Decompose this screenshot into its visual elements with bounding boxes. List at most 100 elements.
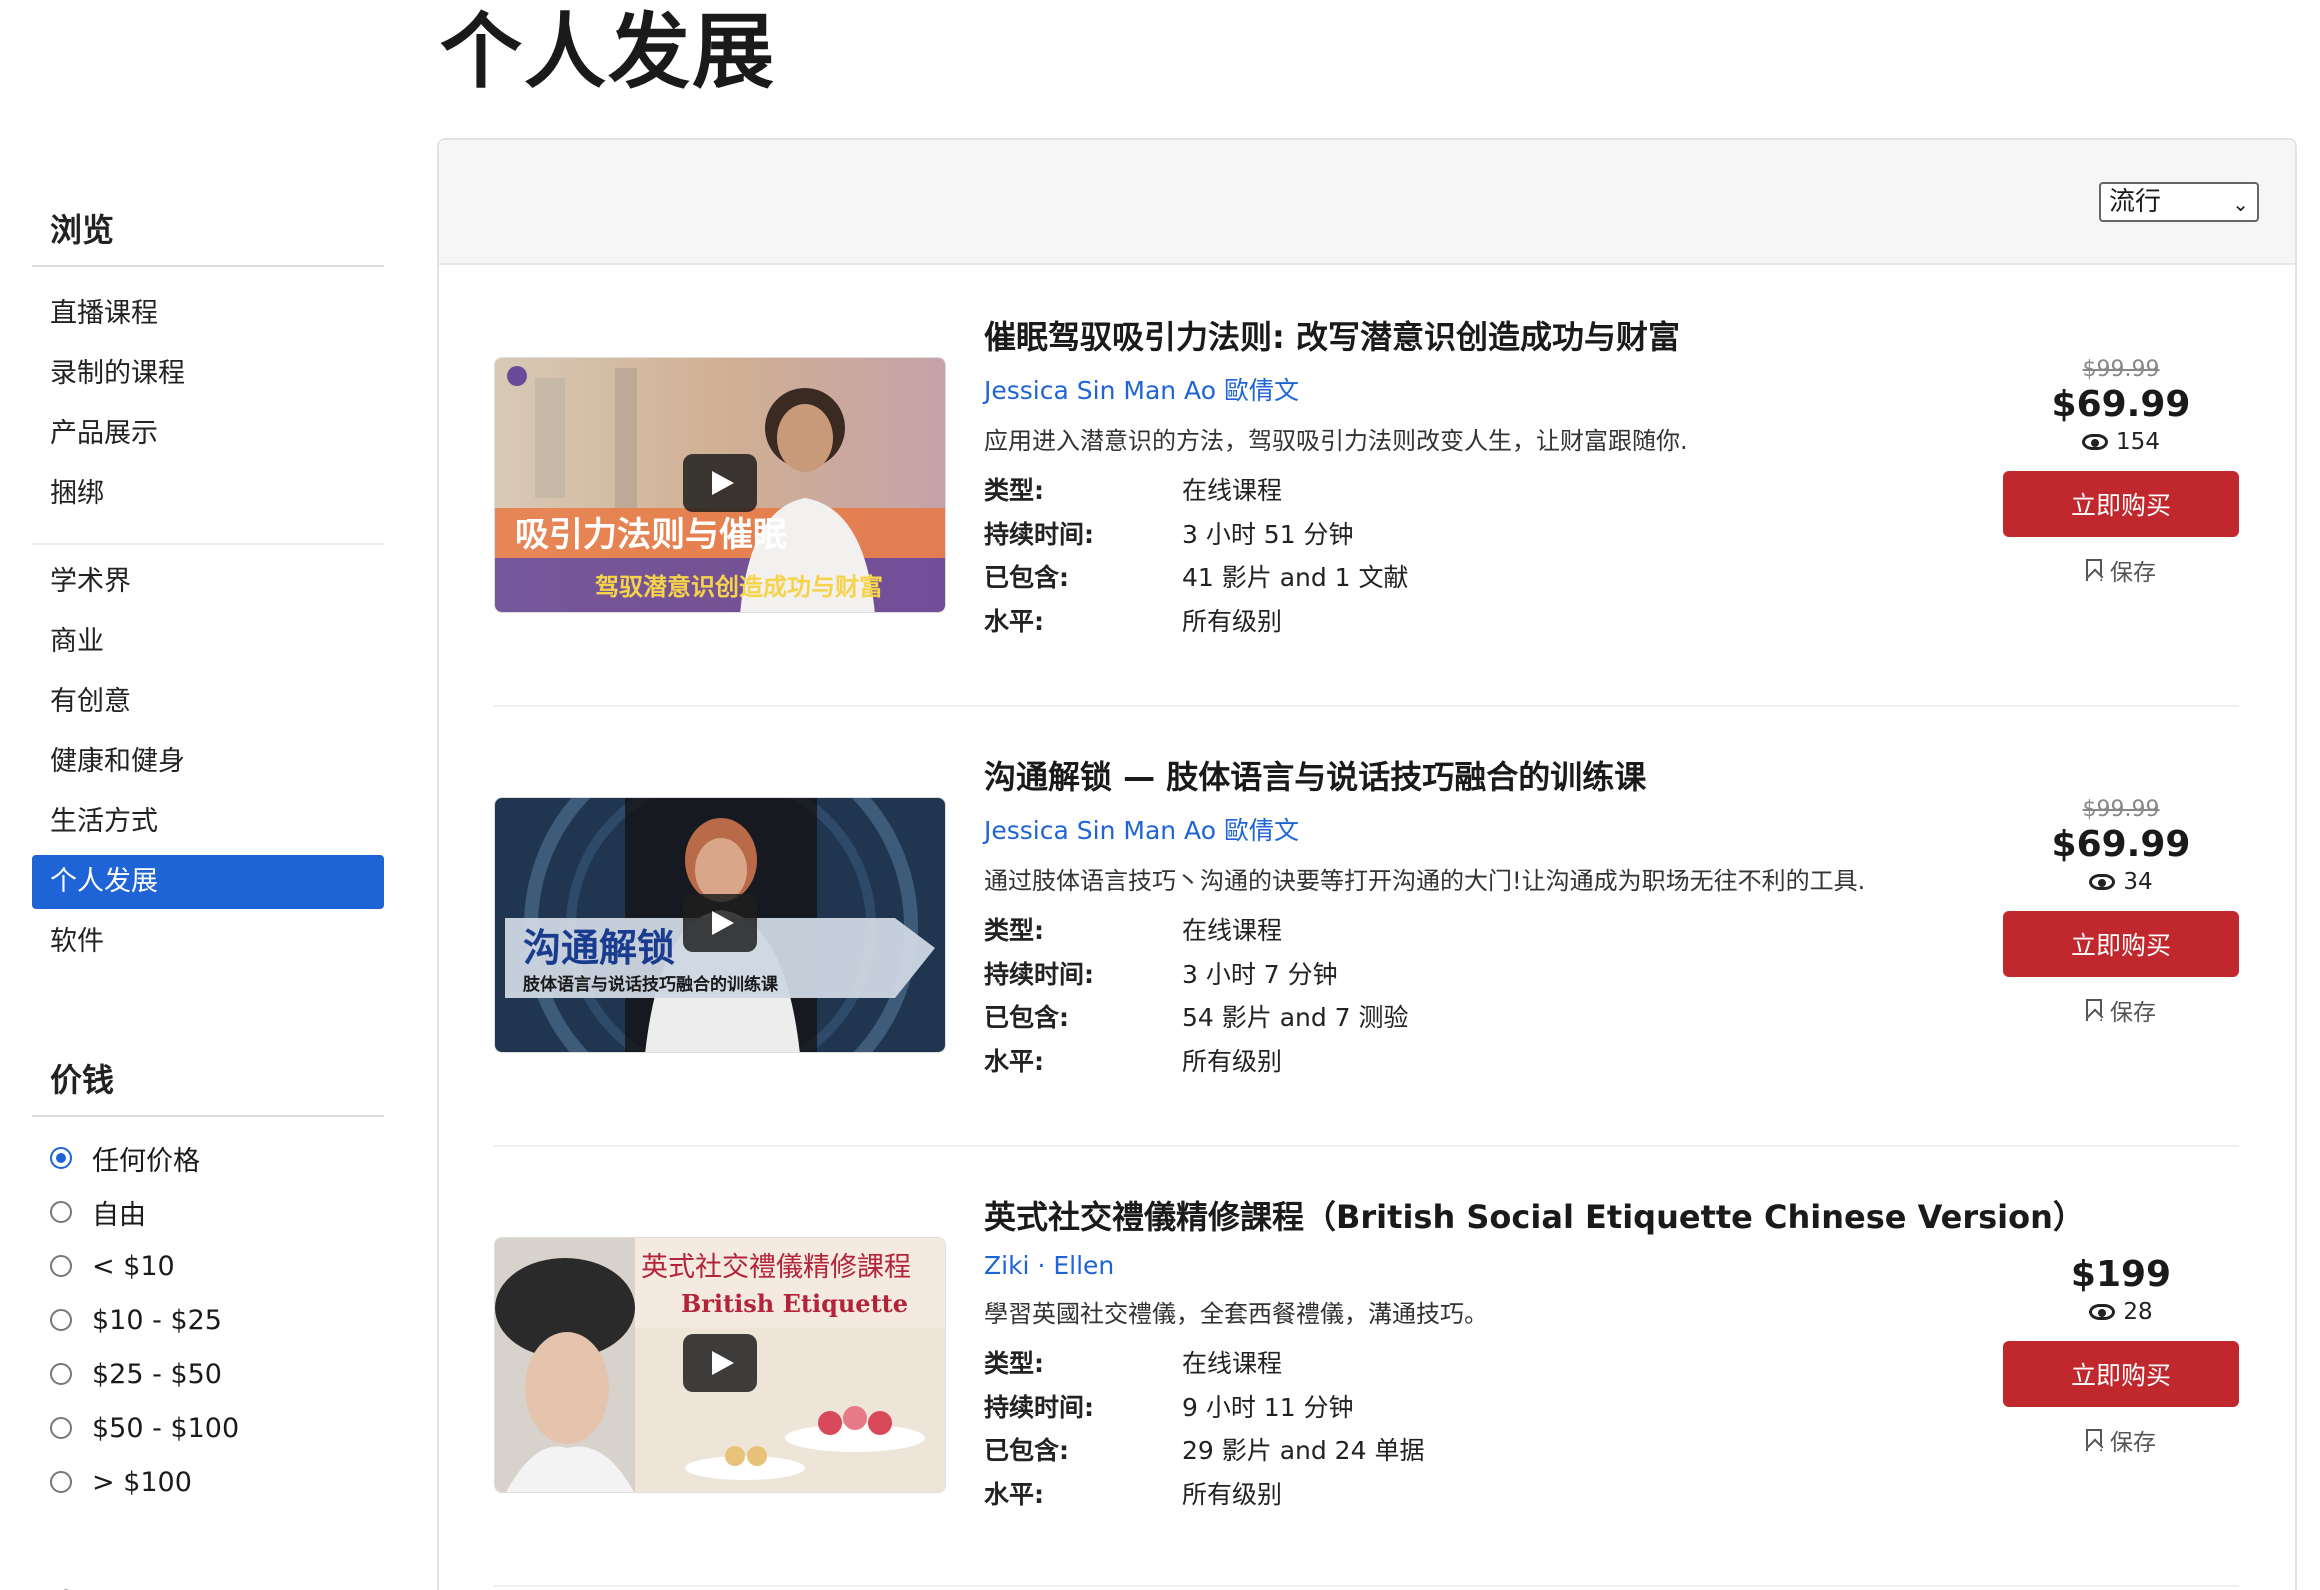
price-filter: 任何价格 自由 < $10 $10 - $25 $25 - $50 $50 - …	[32, 1117, 384, 1509]
course-thumbnail[interactable]: 吸引力法则与催眠 驾驭潜意识创造成功与财富	[494, 357, 946, 613]
price-option-label: $50 - $100	[92, 1412, 240, 1444]
view-count-value: 154	[2116, 429, 2160, 455]
sidebar-item-business[interactable]: 商业	[32, 615, 384, 669]
price-option-label: > $100	[92, 1466, 192, 1498]
thumb-text-secondary: 肢体语言与说话技巧融合的训练课	[523, 974, 779, 995]
thumb-text-secondary: 驾驭潜意识创造成功与财富	[595, 573, 883, 601]
view-count-value: 34	[2123, 869, 2153, 895]
meta-value-included: 41 影片 and 1 文献	[1182, 563, 1409, 593]
course-card: 沟通解锁 肢体语言与说话技巧融合的训练课 沟通解锁 — 肢体语言与说话技巧融合的…	[494, 707, 2239, 1147]
radio-button[interactable]	[50, 1471, 72, 1493]
course-card: 英式社交禮儀精修課程 British Etiquette 英式社交禮儀精修課程（…	[494, 1147, 2239, 1587]
course-thumbnail[interactable]: 英式社交禮儀精修課程 British Etiquette	[494, 1237, 946, 1493]
current-price: $69.99	[2051, 824, 2191, 865]
sidebar-divider	[32, 543, 384, 545]
price-option-free[interactable]: 自由	[32, 1185, 384, 1239]
save-button[interactable]: 保存	[2003, 553, 2239, 587]
play-icon[interactable]	[683, 1334, 757, 1392]
price-option-label: 任何价格	[92, 1145, 200, 1177]
radio-button[interactable]	[50, 1417, 72, 1439]
course-title[interactable]: 催眠驾驭吸引力法则: 改写潜意识创造成功与财富	[984, 317, 1984, 359]
bookmark-icon	[2086, 559, 2102, 581]
price-box: $99.99 $69.99 154 立即购买 保存	[2003, 357, 2239, 587]
meta-label-type: 类型:	[984, 916, 1044, 946]
meta-value-included: 29 影片 and 24 单据	[1182, 1436, 1425, 1466]
meta-value-level: 所有级别	[1182, 606, 1283, 636]
course-info: 催眠驾驭吸引力法则: 改写潜意识创造成功与财富 Jessica Sin Man …	[984, 317, 1984, 642]
price-option-under-10[interactable]: < $10	[32, 1239, 384, 1293]
price-option-any[interactable]: 任何价格	[32, 1131, 384, 1185]
save-button[interactable]: 保存	[2003, 1423, 2239, 1457]
price-option-label: $25 - $50	[92, 1358, 222, 1390]
buy-now-button[interactable]: 立即购买	[2003, 471, 2239, 537]
save-button[interactable]: 保存	[2003, 993, 2239, 1027]
price-box: $99.99 $69.99 34 立即购买 保存	[2003, 797, 2239, 1027]
meta-value-type: 在线课程	[1182, 916, 1283, 946]
price-option-label: 自由	[92, 1199, 146, 1231]
sort-selected-label: 流行	[2109, 187, 2162, 217]
meta-label-type: 类型:	[984, 476, 1044, 506]
save-label: 保存	[2110, 1430, 2156, 1456]
meta-label-included: 已包含:	[984, 1436, 1069, 1466]
sidebar-item-health[interactable]: 健康和健身	[32, 735, 384, 789]
sidebar-item-academia[interactable]: 学术界	[32, 555, 384, 609]
page-title: 个人发展	[440, 5, 777, 100]
course-meta: 类型: 在线课程 持续时间: 9 小时 11 分钟 已包含: 29 影片 and 24…	[984, 1341, 1984, 1515]
thumb-text-primary: 英式社交禮儀精修課程	[641, 1252, 911, 1283]
sidebar-item-live[interactable]: 直播课程	[32, 287, 384, 341]
play-icon[interactable]	[683, 454, 757, 512]
buy-now-button[interactable]: 立即购买	[2003, 911, 2239, 977]
chevron-down-icon: ⌄	[2232, 192, 2249, 216]
original-price: $99.99	[2082, 797, 2160, 822]
save-label: 保存	[2110, 560, 2156, 586]
price-option-label: < $10	[92, 1250, 175, 1282]
play-icon[interactable]	[683, 894, 757, 952]
meta-label-duration: 持续时间:	[984, 519, 1094, 549]
price-option-over-100[interactable]: > $100	[32, 1455, 384, 1509]
meta-value-duration: 3 小时 51 分钟	[1182, 519, 1354, 549]
price-option-10-25[interactable]: $10 - $25	[32, 1293, 384, 1347]
buy-now-button[interactable]: 立即购买	[2003, 1341, 2239, 1407]
category-list: 学术界 商业 有创意 健康和健身 生活方式 个人发展 软件	[32, 555, 384, 985]
course-author-link[interactable]: Jessica Sin Man Ao 歐倩文	[984, 371, 1984, 407]
view-count-value: 28	[2123, 1299, 2153, 1325]
thumb-text-primary: 吸引力法则与催眠	[515, 515, 787, 555]
course-meta: 类型: 在线课程 持续时间: 3 小时 7 分钟 已包含: 54 影片 and 7 测…	[984, 908, 1984, 1082]
radio-button[interactable]	[50, 1201, 72, 1223]
thumb-text-secondary: British Etiquette	[681, 1289, 908, 1318]
price-option-label: $10 - $25	[92, 1304, 222, 1336]
bookmark-icon	[2086, 1429, 2102, 1451]
sidebar-item-personal-development[interactable]: 个人发展	[32, 855, 384, 909]
sidebar-item-lifestyle[interactable]: 生活方式	[32, 795, 384, 849]
price-box: $199 28 立即购买 保存	[2003, 1252, 2239, 1457]
meta-value-duration: 3 小时 7 分钟	[1182, 959, 1338, 989]
meta-label-included: 已包含:	[984, 1003, 1069, 1033]
course-title[interactable]: 沟通解锁 — 肢体语言与说话技巧融合的训练课	[984, 757, 1984, 799]
radio-button[interactable]	[50, 1309, 72, 1331]
sidebar-item-products[interactable]: 产品展示	[32, 407, 384, 461]
meta-value-duration: 9 小时 11 分钟	[1182, 1392, 1354, 1422]
sidebar-item-software[interactable]: 软件	[32, 915, 384, 969]
sidebar-item-creative[interactable]: 有创意	[32, 675, 384, 729]
original-price: $99.99	[2082, 357, 2160, 382]
radio-button[interactable]	[50, 1147, 72, 1169]
sidebar-item-recorded[interactable]: 录制的课程	[32, 347, 384, 401]
eye-icon	[2089, 1304, 2116, 1320]
current-price: $69.99	[2051, 384, 2191, 425]
radio-button[interactable]	[50, 1363, 72, 1385]
course-title[interactable]: 英式社交禮儀精修課程（British Social Etiquette Chin…	[984, 1197, 2085, 1239]
save-label: 保存	[2110, 1000, 2156, 1026]
meta-label-level: 水平:	[984, 606, 1044, 636]
sidebar-item-bundles[interactable]: 捆绑	[32, 467, 384, 521]
view-count: 28	[2003, 1299, 2239, 1325]
radio-button[interactable]	[50, 1255, 72, 1277]
course-card: 吸引力法则与催眠 驾驭潜意识创造成功与财富 催眠驾驭吸引力法则: 改写潜意识创造…	[494, 267, 2239, 707]
course-thumbnail[interactable]: 沟通解锁 肢体语言与说话技巧融合的训练课	[494, 797, 946, 1053]
sort-select[interactable]: 流行 ⌄	[2099, 182, 2259, 222]
level-heading: 水平	[32, 1571, 384, 1590]
price-option-50-100[interactable]: $50 - $100	[32, 1401, 384, 1455]
course-author-link[interactable]: Jessica Sin Man Ao 歐倩文	[984, 811, 1984, 847]
price-option-25-50[interactable]: $25 - $50	[32, 1347, 384, 1401]
course-author-link[interactable]: Ziki · Ellen	[984, 1251, 1984, 1280]
course-description: 应用进入潜意识的方法，驾驭吸引力法则改变人生，让财富跟随你.	[984, 426, 1688, 455]
